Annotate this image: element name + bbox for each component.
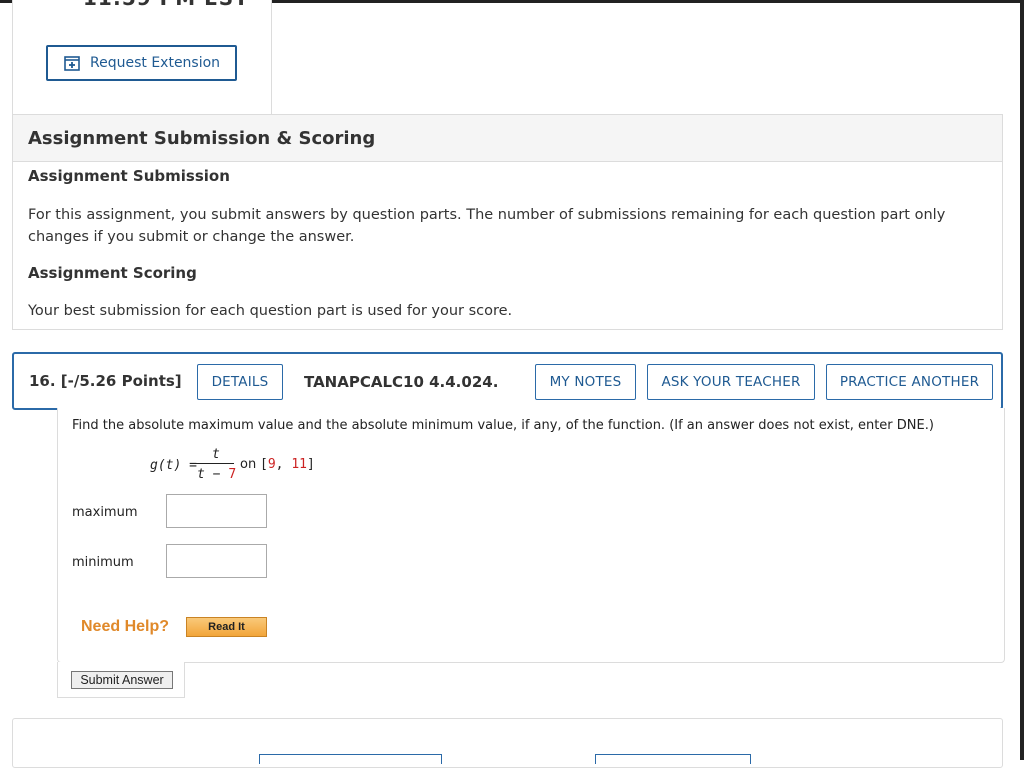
function-lhs: g(t) =	[150, 458, 197, 473]
window-edge	[1020, 0, 1024, 760]
next-section-panel	[12, 718, 1003, 768]
question-code: TANAPCALC10 4.4.024.	[304, 373, 499, 391]
question-header: 16. [-/5.26 Points] DETAILS TANAPCALC10 …	[12, 352, 1003, 410]
need-help-label: Need Help?	[81, 618, 170, 635]
question-body: Find the absolute maximum value and the …	[57, 408, 1005, 663]
next-panel-button-left[interactable]	[259, 754, 442, 764]
interval-on: on	[240, 457, 257, 472]
minimum-input[interactable]	[166, 544, 267, 578]
function-expression: g(t) = t t − 7 on [9, 11]	[150, 447, 350, 487]
question-prompt: Find the absolute maximum value and the …	[72, 418, 934, 433]
calendar-plus-icon	[64, 55, 80, 71]
assignment-scoring-panel: Assignment Submission & Scoring Assignme…	[12, 114, 1003, 330]
due-time-text: 11:59 PM EST	[83, 0, 249, 10]
submit-panel: Submit Answer	[57, 662, 185, 698]
read-it-button[interactable]: Read It	[186, 617, 267, 637]
maximum-label: maximum	[72, 505, 138, 520]
request-extension-button[interactable]: Request Extension	[46, 45, 237, 81]
request-extension-label: Request Extension	[90, 55, 221, 71]
ask-teacher-button[interactable]: ASK YOUR TEACHER	[647, 364, 815, 400]
fraction-numerator: t	[212, 447, 220, 462]
submission-heading: Assignment Submission	[28, 167, 230, 185]
scoring-text: Your best submission for each question p…	[28, 303, 513, 319]
fraction-denominator: t − 7	[197, 467, 237, 482]
due-date-panel: 11:59 PM EST Request Extension	[12, 0, 272, 115]
scoring-heading: Assignment Scoring	[28, 264, 197, 282]
practice-another-button[interactable]: PRACTICE ANOTHER	[826, 364, 993, 400]
next-panel-button-right[interactable]	[595, 754, 751, 764]
scoring-title: Assignment Submission & Scoring	[13, 115, 1002, 162]
details-button[interactable]: DETAILS	[197, 364, 283, 400]
fraction-bar	[194, 463, 234, 464]
submission-text: For this assignment, you submit answers …	[28, 207, 946, 245]
interval: [9, 11]	[260, 457, 315, 472]
submit-answer-button[interactable]: Submit Answer	[71, 671, 173, 689]
my-notes-button[interactable]: MY NOTES	[535, 364, 636, 400]
minimum-label: minimum	[72, 555, 134, 570]
question-number-points: 16. [-/5.26 Points]	[29, 372, 182, 390]
maximum-input[interactable]	[166, 494, 267, 528]
